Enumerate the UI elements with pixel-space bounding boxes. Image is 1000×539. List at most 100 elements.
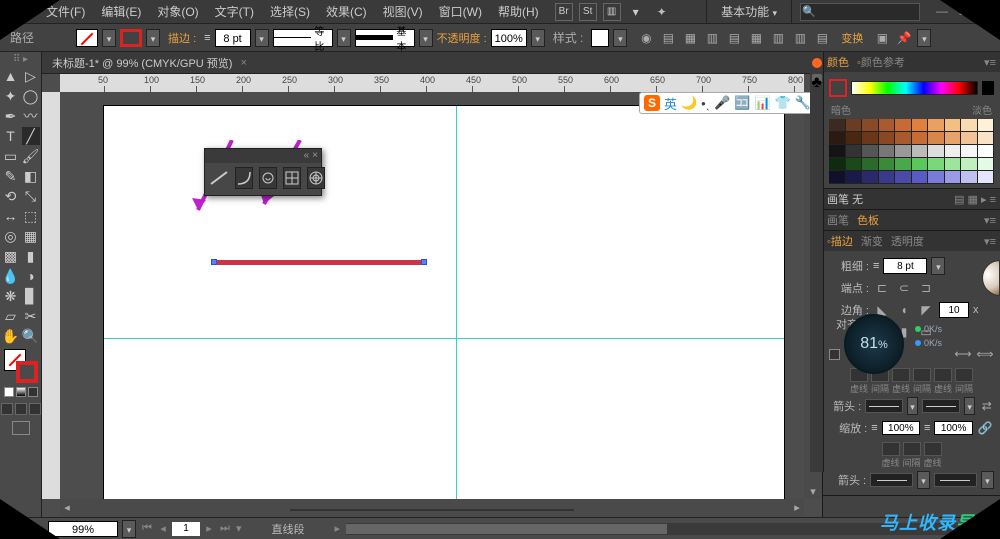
isolate-icon[interactable]: ▣ [873, 29, 891, 47]
graph-tool[interactable]: ▊ [22, 287, 40, 305]
perspective-tool[interactable]: ▦ [22, 227, 40, 245]
palette-swatch[interactable] [846, 119, 863, 132]
brush-option-line[interactable] [209, 167, 229, 189]
artboard[interactable]: «× [104, 106, 784, 499]
align-right-icon[interactable]: ▥ [703, 29, 721, 47]
ime-moon-icon[interactable]: 🌙 [681, 95, 697, 111]
swatches-tab[interactable]: 色板 [857, 212, 879, 228]
dash-align-a-icon[interactable]: ⟷ [954, 345, 972, 363]
panel-close-icon[interactable]: × [312, 151, 318, 161]
status-scroll-thumb[interactable] [346, 524, 667, 534]
dash-field[interactable] [892, 368, 910, 382]
arrow2-end-dropdown[interactable] [934, 473, 977, 487]
line-tool[interactable]: ╱ [22, 127, 40, 145]
arrow-scale-b[interactable]: 100% [934, 421, 972, 435]
style-swatch[interactable] [591, 29, 609, 47]
color-tab[interactable]: 颜色 [827, 54, 849, 70]
panel-collapse-icon[interactable]: « [304, 151, 310, 161]
stroke-weight-dropdown[interactable]: ▾ [255, 29, 269, 47]
collapsed-panel-strip[interactable]: ♣ [810, 52, 824, 472]
palette-swatch[interactable] [978, 132, 995, 145]
layout-icon-br[interactable]: Br [555, 3, 573, 21]
rectangle-tool[interactable]: ▭ [2, 147, 20, 165]
scale-tool[interactable]: ⤡ [22, 187, 40, 205]
stroke-profile-preview[interactable]: 基本 [355, 29, 415, 47]
width-tool[interactable]: ↔ [2, 207, 20, 225]
fill-swatch[interactable] [76, 29, 98, 47]
palette-swatch[interactable] [879, 119, 896, 132]
palette-swatch[interactable] [829, 171, 846, 184]
palette-swatch[interactable] [829, 119, 846, 132]
toolbar-grip[interactable]: ⠿ ▸ [13, 54, 28, 65]
palette-swatch[interactable] [945, 145, 962, 158]
anchor-point-start[interactable] [211, 259, 217, 265]
panel-menu-icon[interactable]: ▾≡ [984, 56, 996, 69]
palette-swatch[interactable] [895, 119, 912, 132]
menu-window[interactable]: 窗口(W) [431, 0, 490, 24]
arrow-start-dd[interactable]: ▾ [907, 397, 919, 415]
panel-menu-icon[interactable]: ▾≡ [984, 235, 996, 248]
layout-icon-st[interactable]: St [579, 3, 597, 21]
palette-swatch[interactable] [961, 158, 978, 171]
arrow-end-dropdown[interactable] [922, 399, 959, 413]
palette-swatch[interactable] [978, 171, 995, 184]
strip-icon-2[interactable]: ♣ [812, 74, 822, 84]
palette-swatch[interactable] [829, 132, 846, 145]
selection-tool[interactable]: ▲ [2, 67, 20, 85]
palette-swatch[interactable] [862, 119, 879, 132]
swap-arrows-icon[interactable]: ⇄ [979, 397, 994, 415]
fill-dropdown[interactable]: ▾ [102, 29, 116, 47]
transparency-tab[interactable]: 透明度 [891, 233, 924, 249]
pen-tool[interactable]: ✒ [2, 107, 20, 125]
align-v-icon[interactable]: ▤ [813, 29, 831, 47]
cap-round-icon[interactable]: ⊂ [895, 279, 913, 297]
align-h-icon[interactable]: ▥ [791, 29, 809, 47]
palette-swatch[interactable] [846, 132, 863, 145]
ime-lang-label[interactable]: 英 [664, 94, 677, 113]
speedometer-overlay[interactable]: 81% [844, 314, 904, 374]
zoom-dropdown[interactable]: ▾ [122, 520, 136, 538]
palette-swatch[interactable] [879, 145, 896, 158]
cap-square-icon[interactable]: ⊐ [917, 279, 935, 297]
search-input[interactable]: 🔍 [800, 3, 920, 21]
opacity-dropdown[interactable]: ▾ [531, 29, 545, 47]
dash-field[interactable] [934, 368, 952, 382]
stroke-indicator[interactable] [16, 361, 38, 383]
canvas-viewport[interactable]: «× [60, 92, 804, 499]
rotate-tool[interactable]: ⟲ [2, 187, 20, 205]
palette-swatch[interactable] [879, 132, 896, 145]
dashed-checkbox[interactable] [829, 349, 840, 360]
ruler-horizontal[interactable]: 5010015020025030035040045050055060065070… [60, 74, 804, 92]
layout-dropdown-icon[interactable]: ▾ [627, 3, 645, 21]
color-spectrum[interactable] [851, 81, 978, 95]
arrow2-start-dropdown[interactable] [870, 473, 913, 487]
palette-swatch[interactable] [862, 171, 879, 184]
palette-swatch[interactable] [912, 119, 929, 132]
eyedropper-tool[interactable]: 💧 [2, 267, 20, 285]
palette-swatch[interactable] [945, 171, 962, 184]
palette-swatch[interactable] [961, 132, 978, 145]
pin-icon[interactable]: 📌 [895, 29, 913, 47]
stroke-tab[interactable]: ◦描边 [827, 233, 853, 249]
align-mid-icon[interactable]: ▦ [747, 29, 765, 47]
palette-swatch[interactable] [928, 132, 945, 145]
ruler-vertical[interactable] [42, 92, 60, 499]
align-left-icon[interactable]: ▤ [659, 29, 677, 47]
hand-tool[interactable]: ✋ [2, 327, 20, 345]
first-artboard-icon[interactable]: ⏮ [140, 522, 154, 535]
tab-close-icon[interactable]: × [240, 57, 246, 69]
ime-punct-icon[interactable]: •ˎ [701, 96, 710, 111]
color-guide-tab[interactable]: ◦颜色参考 [857, 54, 905, 70]
strip-icon-1[interactable] [812, 58, 822, 68]
palette-swatch[interactable] [961, 119, 978, 132]
transform-label[interactable]: 变换 [841, 30, 863, 46]
draw-inside-icon[interactable] [29, 403, 41, 415]
shape-builder-tool[interactable]: ◎ [2, 227, 20, 245]
weight-input[interactable] [883, 258, 927, 274]
scroll-right-icon[interactable]: ▸ [790, 501, 804, 515]
magic-wand-tool[interactable]: ✦ [2, 87, 20, 105]
palette-swatch[interactable] [912, 158, 929, 171]
palette-swatch[interactable] [912, 132, 929, 145]
wand-icon[interactable]: ✦ [657, 5, 667, 19]
eraser-tool[interactable]: ◧ [22, 167, 40, 185]
